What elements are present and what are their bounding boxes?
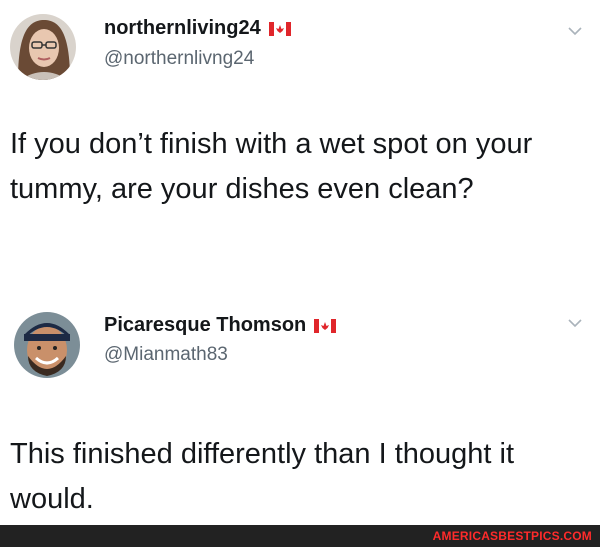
tweet-text: If you don’t finish with a wet spot on y…: [10, 128, 533, 205]
user-handle[interactable]: @northernlivng24: [104, 48, 254, 70]
avatar[interactable]: [14, 312, 80, 378]
tweet-1: northernliving24 @northernlivng24 If you…: [0, 0, 600, 300]
avatar-woman-icon: [10, 14, 76, 80]
display-name[interactable]: Picaresque Thomson: [104, 314, 306, 337]
display-name[interactable]: northernliving24: [104, 17, 261, 40]
name-line: northernliving24: [104, 17, 291, 40]
avatar-man-cap-icon: [14, 312, 80, 378]
tweet-2: Picaresque Thomson @Mianmath83 This fini…: [0, 300, 600, 525]
chevron-down-icon[interactable]: [568, 26, 582, 36]
watermark-text: AMERICASBESTPICS.COM: [432, 529, 592, 543]
avatar[interactable]: [10, 14, 76, 80]
canada-flag-icon: [314, 318, 337, 333]
watermark-bar: AMERICASBESTPICS.COM: [0, 525, 600, 547]
name-line: Picaresque Thomson: [104, 314, 337, 337]
chevron-down-icon[interactable]: [568, 318, 582, 328]
user-handle[interactable]: @Mianmath83: [104, 344, 228, 366]
canada-flag-icon: [268, 21, 291, 36]
tweet-text: This finished differently than I thought…: [10, 438, 515, 515]
